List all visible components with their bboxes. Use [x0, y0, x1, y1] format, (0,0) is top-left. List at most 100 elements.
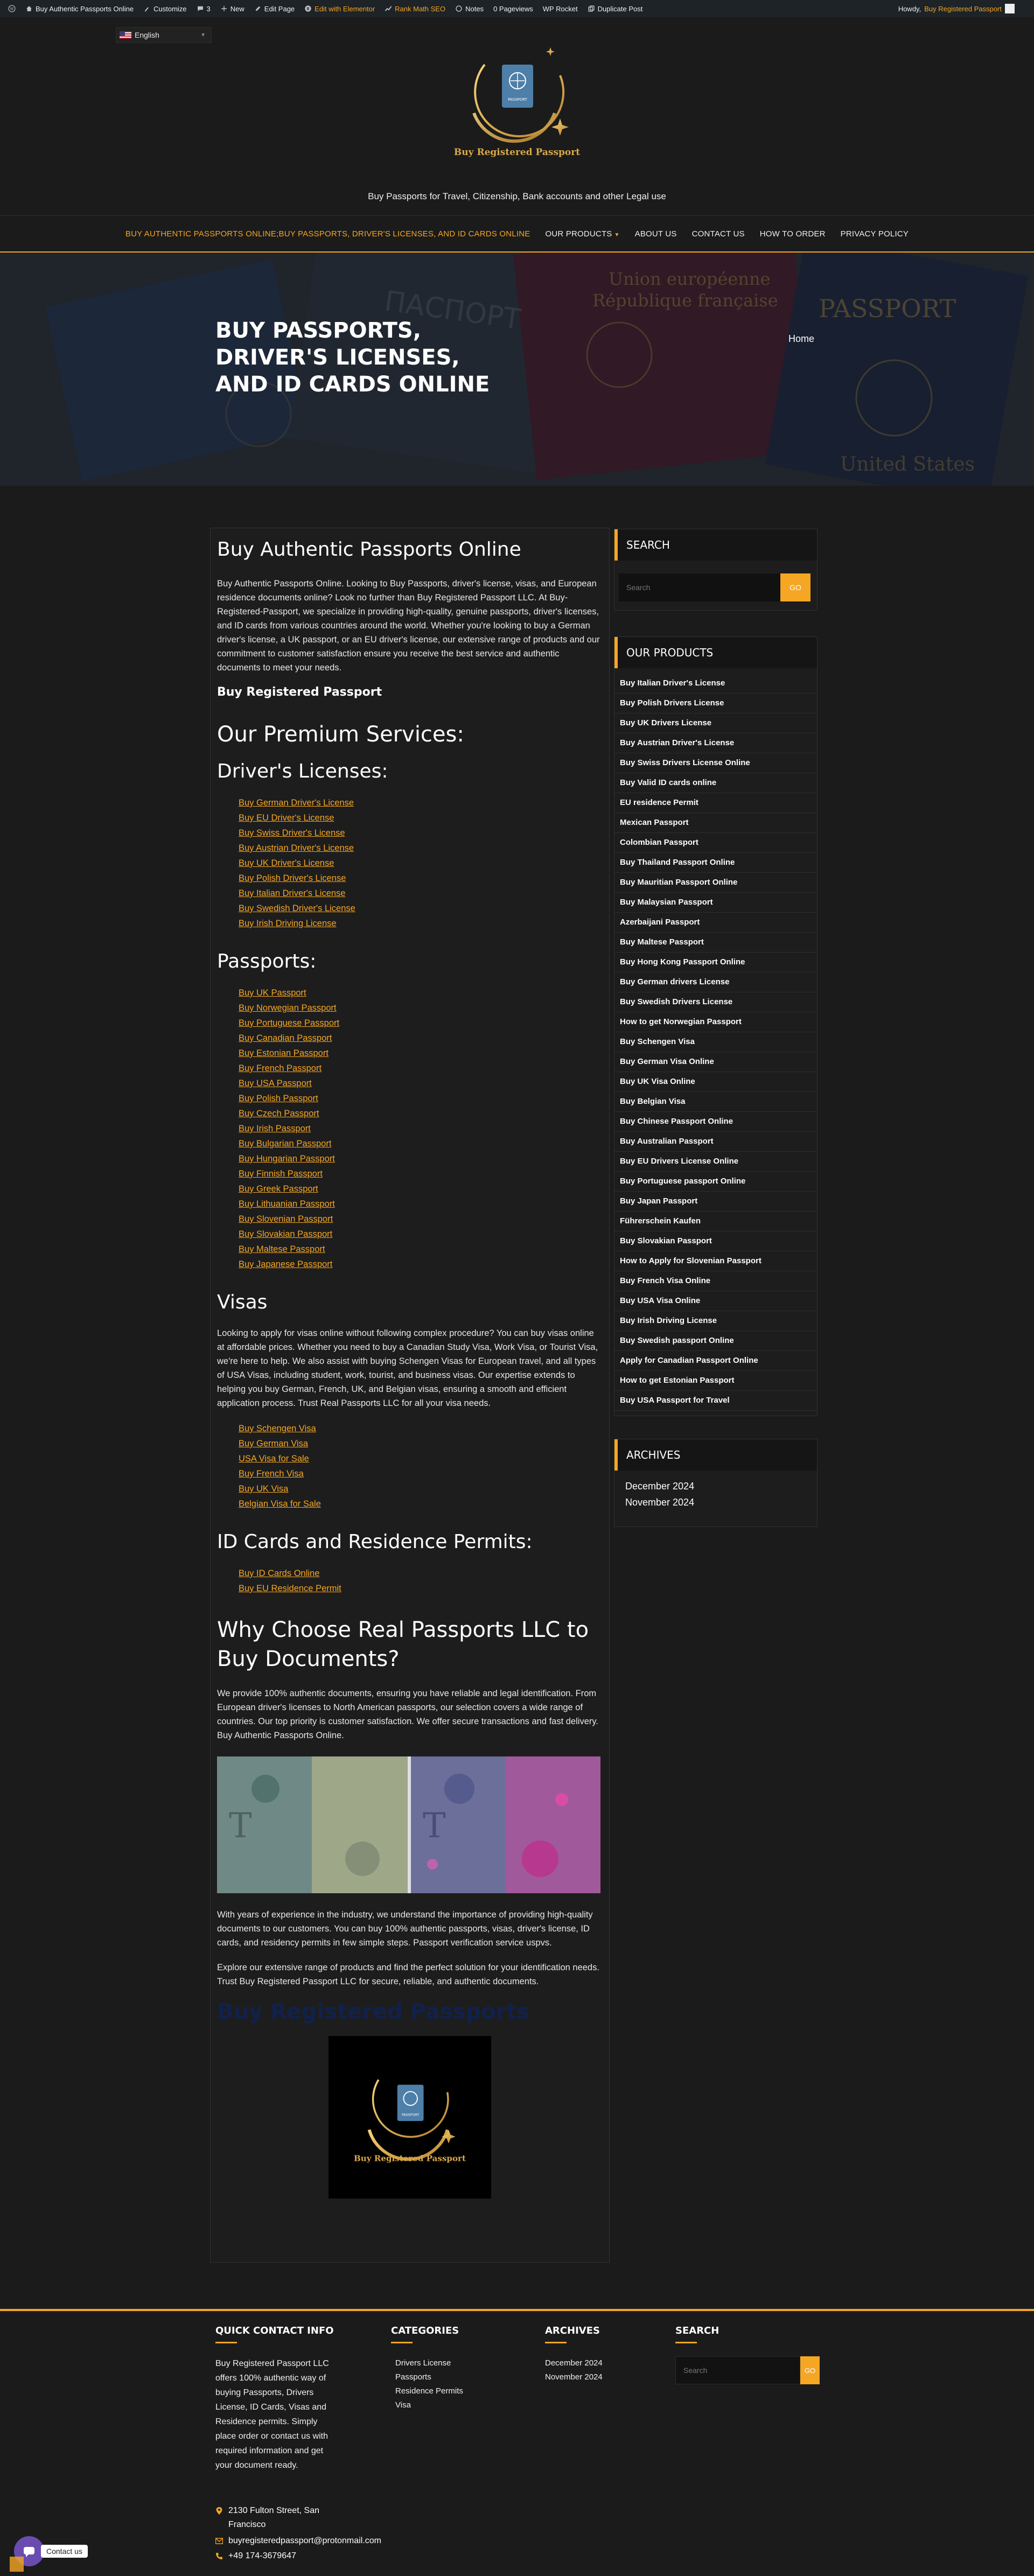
- list-item[interactable]: Buy EU Driver's License: [239, 810, 603, 825]
- admin-bar-site-name[interactable]: Buy Authentic Passports Online: [20, 0, 138, 17]
- list-item[interactable]: Buy Slovakian Passport: [614, 1231, 817, 1251]
- list-item[interactable]: Buy German Driver's License: [239, 795, 603, 810]
- admin-bar-edit-page[interactable]: Edit Page: [249, 0, 299, 17]
- list-item[interactable]: Buy Slovakian Passport: [239, 1227, 603, 1242]
- list-item[interactable]: Buy Portuguese passport Online: [614, 1172, 817, 1192]
- list-item[interactable]: Führerschein Kaufen: [614, 1212, 817, 1231]
- list-item[interactable]: Buy ID Cards Online: [239, 1566, 603, 1581]
- list-item[interactable]: Buy Japan Passport: [614, 1192, 817, 1212]
- footer-email[interactable]: buyregisteredpassport@protonmail.com: [215, 2534, 381, 2548]
- list-item[interactable]: Buy French Passport: [239, 1061, 603, 1076]
- list-item[interactable]: Buy UK Visa Online: [614, 1072, 817, 1092]
- list-item[interactable]: Buy Polish Driver's License: [239, 871, 603, 886]
- list-item[interactable]: EU residence Permit: [614, 793, 817, 813]
- admin-bar-elementor[interactable]: Edit with Elementor: [299, 0, 380, 17]
- sidebar-search-button[interactable]: GO: [780, 573, 811, 601]
- list-item[interactable]: Buy USA Passport for Travel: [614, 1391, 817, 1411]
- list-item[interactable]: Buy Thailand Passport Online: [614, 853, 817, 873]
- list-item[interactable]: Buy Italian Driver's License: [614, 674, 817, 694]
- list-item[interactable]: Buy French Visa Online: [614, 1271, 817, 1291]
- list-item[interactable]: Buy UK Passport: [239, 985, 603, 1000]
- list-item[interactable]: Visa: [395, 2398, 509, 2412]
- list-item[interactable]: Buy Bulgarian Passport: [239, 1136, 603, 1151]
- list-item[interactable]: Buy Valid ID cards online: [614, 773, 817, 793]
- list-item[interactable]: Buy Mauritian Passport Online: [614, 873, 817, 893]
- list-item[interactable]: Buy Czech Passport: [239, 1106, 603, 1121]
- list-item[interactable]: Buy Swiss Drivers License Online: [614, 753, 817, 773]
- list-item[interactable]: How to get Estonian Passport: [614, 1371, 817, 1391]
- admin-bar-account[interactable]: Howdy, Buy Registered Passport: [898, 4, 1034, 13]
- list-item[interactable]: Buy Lithuanian Passport: [239, 1196, 603, 1212]
- list-item[interactable]: Buy EU Residence Permit: [239, 1581, 603, 1596]
- list-item[interactable]: Buy Estonian Passport: [239, 1046, 603, 1061]
- list-item[interactable]: Buy Malaysian Passport: [614, 893, 817, 913]
- admin-bar-duplicate[interactable]: Duplicate Post: [583, 0, 648, 17]
- list-item[interactable]: Buy German drivers License: [614, 972, 817, 992]
- list-item[interactable]: Buy Swedish passport Online: [614, 1331, 817, 1351]
- list-item[interactable]: November 2024: [625, 1494, 817, 1510]
- list-item[interactable]: Buy USA Passport: [239, 1076, 603, 1091]
- list-item[interactable]: Passports: [395, 2370, 509, 2384]
- list-item[interactable]: Mexican Passport: [614, 813, 817, 833]
- list-item[interactable]: Buy UK Driver's License: [239, 856, 603, 871]
- list-item[interactable]: Buy Canadian Passport: [239, 1031, 603, 1046]
- list-item[interactable]: Buy Irish Driving License: [614, 1311, 817, 1331]
- nav-item-our-products[interactable]: Our Products ▼: [537, 229, 627, 239]
- footer-search-input[interactable]: [675, 2356, 800, 2384]
- list-item[interactable]: Residence Permits: [395, 2384, 509, 2398]
- nav-item-about-us[interactable]: About us: [627, 229, 684, 239]
- breadcrumb-home[interactable]: Home: [788, 333, 814, 345]
- admin-bar-wp-logo[interactable]: W: [3, 0, 20, 17]
- admin-bar-customize[interactable]: Customize: [138, 0, 191, 17]
- list-item[interactable]: Belgian Visa for Sale: [239, 1496, 603, 1511]
- list-item[interactable]: Buy UK Drivers License: [614, 713, 817, 733]
- list-item[interactable]: Buy Polish Passport: [239, 1091, 603, 1106]
- contact-chat-widget[interactable]: Contact us: [14, 2536, 88, 2566]
- list-item[interactable]: Buy German Visa Online: [614, 1052, 817, 1072]
- list-item[interactable]: Buy Irish Passport: [239, 1121, 603, 1136]
- list-item[interactable]: December 2024: [625, 1478, 817, 1494]
- list-item[interactable]: Buy Finnish Passport: [239, 1166, 603, 1181]
- list-item[interactable]: Colombian Passport: [614, 833, 817, 853]
- list-item[interactable]: How to Apply for Slovenian Passport: [614, 1251, 817, 1271]
- admin-bar-rank-math[interactable]: Rank Math SEO: [380, 0, 450, 17]
- footer-phone[interactable]: +49 174-3679647: [215, 2549, 296, 2563]
- list-item[interactable]: Buy Japanese Passport: [239, 1257, 603, 1272]
- list-item[interactable]: Buy Greek Passport: [239, 1181, 603, 1196]
- list-item[interactable]: Buy Chinese Passport Online: [614, 1112, 817, 1132]
- admin-bar-comments[interactable]: 3: [192, 0, 215, 17]
- list-item[interactable]: Apply for Canadian Passport Online: [614, 1351, 817, 1371]
- list-item[interactable]: Buy Swedish Driver's License: [239, 901, 603, 916]
- nav-item-how-to-order[interactable]: How to Order: [752, 229, 833, 239]
- chat-label[interactable]: Contact us: [41, 2545, 88, 2558]
- list-item[interactable]: Buy Schengen Visa: [614, 1032, 817, 1052]
- list-item[interactable]: Buy Schengen Visa: [239, 1421, 603, 1436]
- admin-bar-wp-rocket[interactable]: WP Rocket: [538, 0, 583, 17]
- list-item[interactable]: Buy German Visa: [239, 1436, 603, 1451]
- list-item[interactable]: Buy Austrian Driver's License: [614, 733, 817, 753]
- list-item[interactable]: How to get Norwegian Passport: [614, 1012, 817, 1032]
- list-item[interactable]: Buy Austrian Driver's License: [239, 841, 603, 856]
- list-item[interactable]: Buy Hungarian Passport: [239, 1151, 603, 1166]
- list-item[interactable]: Buy Belgian Visa: [614, 1092, 817, 1112]
- site-logo[interactable]: PASSPORT Buy Registered Passport: [452, 32, 582, 172]
- list-item[interactable]: December 2024: [545, 2356, 653, 2370]
- list-item[interactable]: Buy Portuguese Passport: [239, 1016, 603, 1031]
- list-item[interactable]: Buy Swedish Drivers License: [614, 992, 817, 1012]
- list-item[interactable]: Drivers License: [395, 2356, 509, 2370]
- list-item[interactable]: USA Visa for Sale: [239, 1451, 603, 1466]
- list-item[interactable]: Buy UK Visa: [239, 1481, 603, 1496]
- nav-item-home[interactable]: Buy Authentic Passports Online;Buy Passp…: [118, 229, 538, 239]
- nav-item-privacy-policy[interactable]: Privacy Policy: [833, 229, 916, 239]
- language-switcher[interactable]: English ▼: [116, 27, 212, 43]
- list-item[interactable]: Buy Hong Kong Passport Online: [614, 953, 817, 972]
- admin-bar-pageviews[interactable]: 0 Pageviews: [488, 0, 538, 17]
- sidebar-search-input[interactable]: [619, 573, 780, 601]
- list-item[interactable]: Buy Maltese Passport: [239, 1242, 603, 1257]
- list-item[interactable]: Azerbaijani Passport: [614, 913, 817, 933]
- admin-bar-new[interactable]: New: [215, 0, 249, 17]
- list-item[interactable]: Buy Polish Drivers License: [614, 694, 817, 713]
- nav-item-contact-us[interactable]: Contact Us: [684, 229, 752, 239]
- list-item[interactable]: Buy Irish Driving License: [239, 916, 603, 931]
- list-item[interactable]: Buy Italian Driver's License: [239, 886, 603, 901]
